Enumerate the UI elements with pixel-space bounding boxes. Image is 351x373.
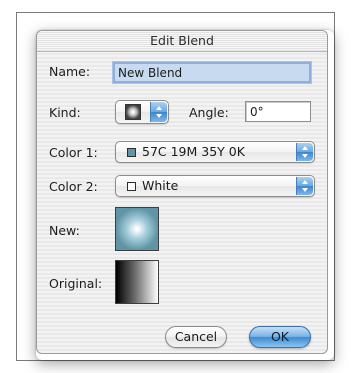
angle-label: Angle: xyxy=(189,105,229,120)
color1-popup[interactable]: 57C 19M 35Y 0K xyxy=(115,141,315,163)
color2-label: Color 2: xyxy=(49,179,98,194)
up-down-arrows-icon xyxy=(296,177,313,195)
new-label: New: xyxy=(49,223,80,238)
new-blend-preview xyxy=(115,207,159,251)
name-field-value: New Blend xyxy=(118,66,183,80)
ok-button[interactable]: OK xyxy=(249,326,311,348)
color2-popup[interactable]: White xyxy=(115,175,315,197)
kind-label: Kind: xyxy=(49,105,81,120)
color1-value: 57C 19M 35Y 0K xyxy=(142,144,245,159)
color1-swatch xyxy=(127,148,136,157)
cancel-button[interactable]: Cancel xyxy=(165,326,227,348)
angle-field[interactable]: 0° xyxy=(245,101,311,122)
color1-label: Color 1: xyxy=(49,145,98,160)
dialog-title: Edit Blend xyxy=(37,31,327,52)
color2-value: White xyxy=(142,178,179,193)
name-field[interactable]: New Blend xyxy=(113,62,311,83)
blend-kind-icon xyxy=(125,104,141,120)
original-label: Original: xyxy=(49,276,103,291)
angle-field-value: 0° xyxy=(250,105,264,119)
name-label: Name: xyxy=(49,64,91,79)
color2-swatch xyxy=(127,182,136,191)
up-down-arrows-icon xyxy=(296,143,313,161)
edit-blend-dialog: Edit Blend Name: New Blend Kind: Angle: … xyxy=(36,30,328,354)
kind-popup[interactable] xyxy=(115,100,169,124)
up-down-arrows-icon xyxy=(150,102,167,122)
original-blend-preview xyxy=(115,260,159,304)
